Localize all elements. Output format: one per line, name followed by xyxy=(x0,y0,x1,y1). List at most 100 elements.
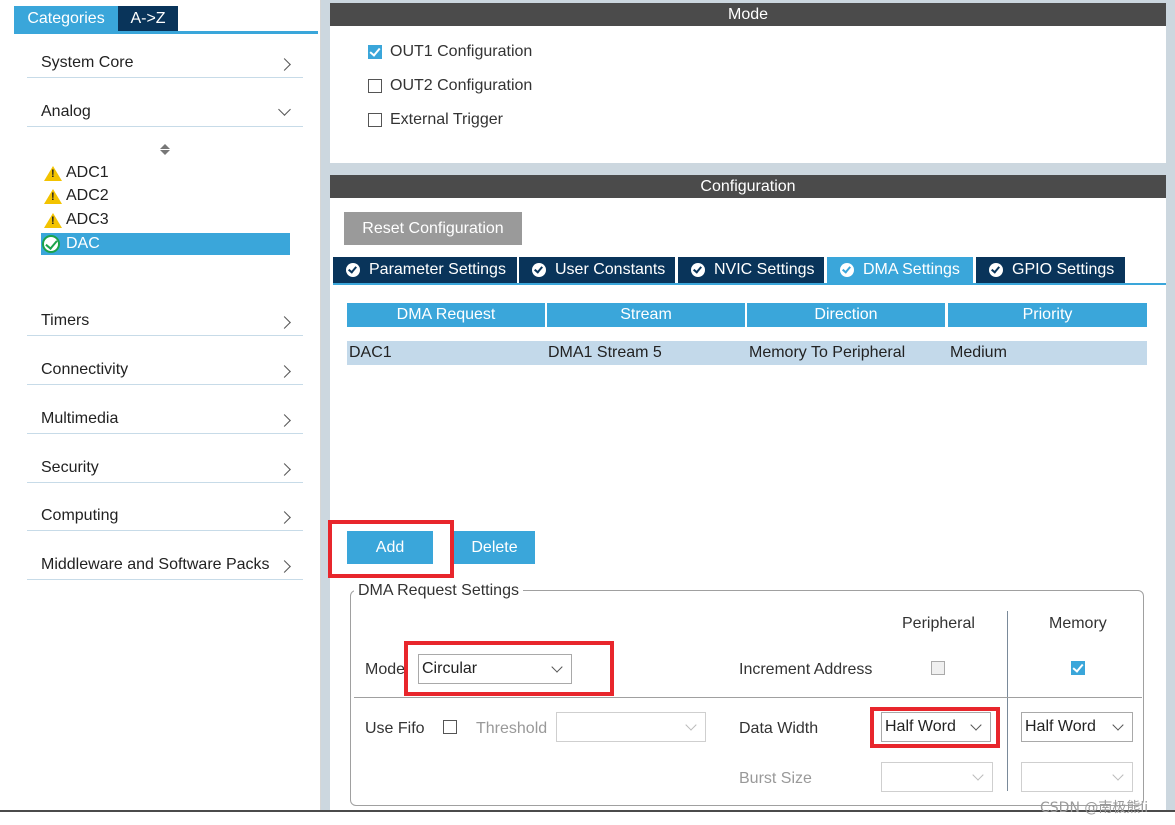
chevron-right-icon xyxy=(278,316,291,329)
category-middleware[interactable]: Middleware and Software Packs xyxy=(27,550,303,580)
use-fifo-checkbox[interactable] xyxy=(443,720,457,734)
peripheral-increment-checkbox[interactable] xyxy=(931,661,945,675)
configuration-tabs: Parameter Settings User Constants NVIC S… xyxy=(333,257,1166,285)
chevron-right-icon xyxy=(278,365,291,378)
highlight-box xyxy=(404,641,614,696)
warning-icon xyxy=(44,189,62,204)
category-system-core[interactable]: System Core xyxy=(27,48,303,78)
reset-configuration-button[interactable]: Reset Configuration xyxy=(344,212,522,245)
tab-label: User Constants xyxy=(555,261,666,278)
category-security[interactable]: Security xyxy=(27,453,303,483)
tab-a-to-z[interactable]: A->Z xyxy=(118,6,178,31)
chevron-down-icon xyxy=(1112,769,1124,781)
peripheral-label: ADC2 xyxy=(66,187,109,204)
highlight-box xyxy=(870,707,1000,748)
table-cell[interactable]: Memory To Peripheral xyxy=(747,341,948,365)
mode-label: Mode xyxy=(365,661,406,678)
peripheral-item-dac[interactable]: DAC xyxy=(41,233,290,255)
category-timers[interactable]: Timers xyxy=(27,306,303,336)
check-circle-icon xyxy=(346,263,360,277)
chevron-right-icon xyxy=(278,463,291,476)
column-header[interactable]: Direction xyxy=(747,303,945,327)
peripheral-column-label: Peripheral xyxy=(902,615,975,632)
checkbox-label: OUT2 Configuration xyxy=(390,77,533,94)
column-divider xyxy=(1007,611,1008,791)
category-label: Computing xyxy=(41,507,119,524)
column-header[interactable]: DMA Request xyxy=(347,303,545,327)
table-cell[interactable]: Medium xyxy=(948,341,1147,365)
chevron-down-icon xyxy=(685,719,697,731)
tab-gpio-settings[interactable]: GPIO Settings xyxy=(976,257,1125,283)
watermark: CSDN @南极熊ii xyxy=(1040,800,1149,816)
peripheral-label: ADC3 xyxy=(66,211,109,228)
check-circle-icon xyxy=(989,263,1003,277)
peripheral-item-adc2[interactable]: ADC2 xyxy=(41,185,290,207)
warning-icon xyxy=(44,213,62,228)
check-circle-icon xyxy=(840,263,854,277)
category-label: Middleware and Software Packs xyxy=(41,556,270,573)
memory-data-width-value: Half Word xyxy=(1025,718,1096,735)
peripheral-label: DAC xyxy=(66,235,100,252)
chevron-right-icon xyxy=(278,58,291,71)
tab-parameter-settings[interactable]: Parameter Settings xyxy=(333,257,517,283)
column-header[interactable]: Stream xyxy=(547,303,745,327)
table-cell[interactable]: DAC1 xyxy=(347,341,546,365)
sort-icon[interactable] xyxy=(160,144,170,156)
category-multimedia[interactable]: Multimedia xyxy=(27,404,303,434)
chevron-down-icon xyxy=(972,769,984,781)
categories-panel: Categories A->Z System Core Analog ADC1 … xyxy=(0,0,321,810)
tab-categories[interactable]: Categories xyxy=(14,6,118,31)
peripheral-label: ADC1 xyxy=(66,164,109,181)
tab-label: NVIC Settings xyxy=(714,261,815,278)
column-header[interactable]: Priority xyxy=(948,303,1147,327)
configuration-header: Configuration xyxy=(330,175,1166,198)
chevron-right-icon xyxy=(278,560,291,573)
category-label: Multimedia xyxy=(41,410,119,427)
table-cell[interactable]: DMA1 Stream 5 xyxy=(546,341,747,365)
checkbox-icon[interactable] xyxy=(368,79,382,93)
tab-label: Parameter Settings xyxy=(369,261,506,278)
chevron-down-icon xyxy=(1112,719,1124,731)
memory-data-width-select[interactable]: Half Word xyxy=(1021,712,1133,742)
delete-button[interactable]: Delete xyxy=(454,531,535,564)
checkbox-checked-icon[interactable] xyxy=(368,45,382,59)
check-circle-icon xyxy=(42,235,60,253)
checkbox-icon[interactable] xyxy=(368,113,382,127)
peripheral-item-adc1[interactable]: ADC1 xyxy=(41,162,290,184)
memory-burst-select[interactable] xyxy=(1021,762,1133,792)
peripheral-item-adc3[interactable]: ADC3 xyxy=(41,209,290,231)
category-view-tabs: Categories A->Z xyxy=(14,6,318,34)
checkbox-label: OUT1 Configuration xyxy=(390,43,533,60)
mode-panel: OUT1 Configuration OUT2 Configuration Ex… xyxy=(330,26,1166,163)
burst-size-label: Burst Size xyxy=(739,770,812,787)
bottom-border xyxy=(0,810,1175,812)
category-label: Analog xyxy=(41,103,91,120)
category-computing[interactable]: Computing xyxy=(27,501,303,531)
peripheral-burst-select[interactable] xyxy=(881,762,993,792)
tab-nvic-settings[interactable]: NVIC Settings xyxy=(678,257,824,283)
memory-column-label: Memory xyxy=(1049,615,1107,632)
chevron-right-icon xyxy=(278,511,291,524)
tab-dma-settings[interactable]: DMA Settings xyxy=(827,257,973,283)
highlight-box xyxy=(328,520,454,578)
category-analog[interactable]: Analog xyxy=(27,97,303,127)
warning-icon xyxy=(44,166,62,181)
category-label: Connectivity xyxy=(41,361,129,378)
category-label: Security xyxy=(41,459,99,476)
increment-address-label: Increment Address xyxy=(739,661,873,678)
category-connectivity[interactable]: Connectivity xyxy=(27,355,303,385)
threshold-label: Threshold xyxy=(476,720,548,737)
memory-increment-checkbox[interactable] xyxy=(1071,661,1085,675)
category-label: System Core xyxy=(41,54,134,71)
check-circle-icon xyxy=(532,263,546,277)
tab-label: GPIO Settings xyxy=(1012,261,1115,278)
dma-request-settings-legend: DMA Request Settings xyxy=(354,582,523,600)
chevron-down-icon xyxy=(278,103,291,116)
tab-user-constants[interactable]: User Constants xyxy=(519,257,675,283)
threshold-select[interactable] xyxy=(556,712,706,742)
data-width-label: Data Width xyxy=(739,720,819,737)
row-divider xyxy=(354,697,1142,698)
category-label: Timers xyxy=(41,312,90,329)
checkbox-label: External Trigger xyxy=(390,111,503,128)
check-circle-icon xyxy=(691,263,705,277)
